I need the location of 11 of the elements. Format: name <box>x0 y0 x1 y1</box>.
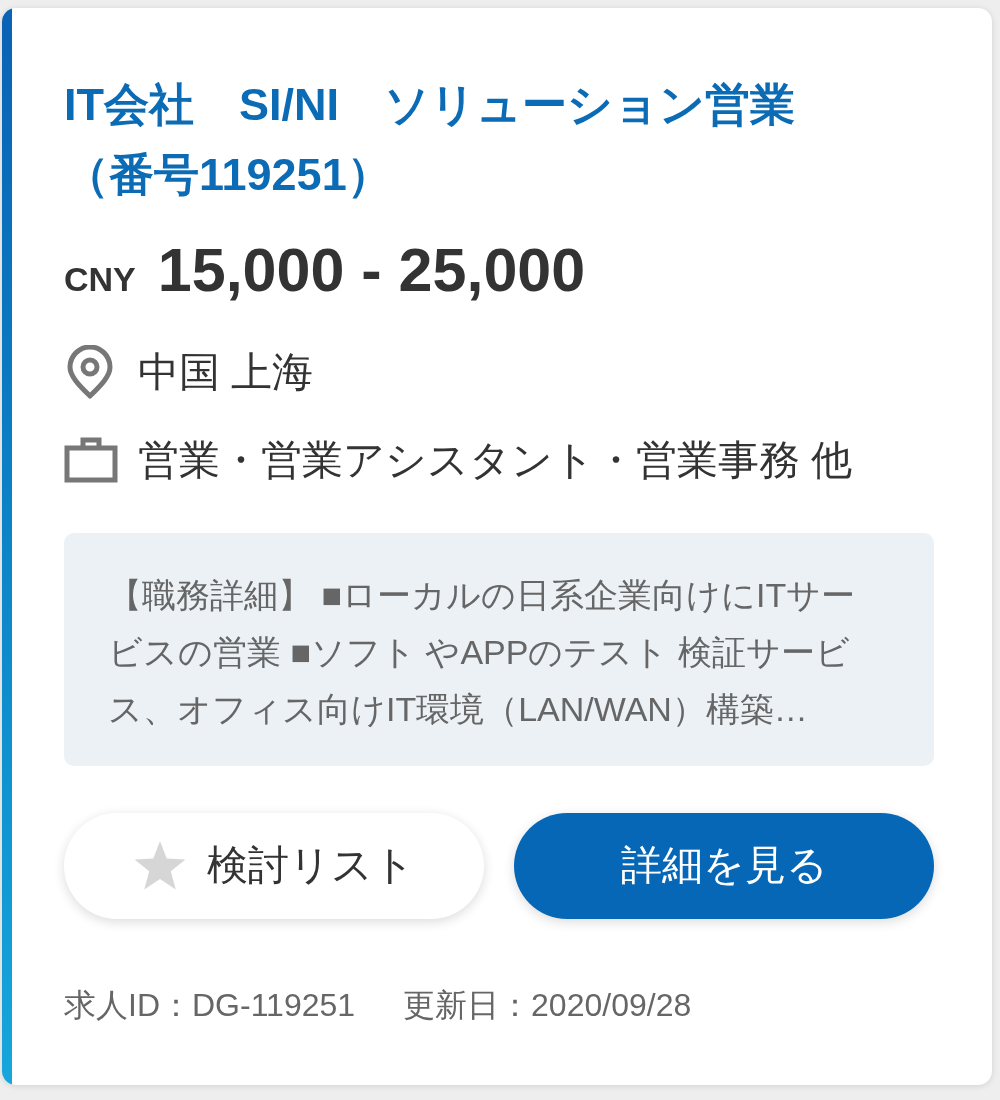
shortlist-button[interactable]: 検討リスト <box>64 813 484 919</box>
job-description: 【職務詳細】 ■ローカルの日系企業向けにITサービスの営業 ■ソフト やAPPのテスト 検証サービス、オフィス向けIT環境（LAN/WAN）構築… <box>108 575 857 730</box>
job-category-text: 営業・営業アシスタント・営業事務 他 <box>138 436 853 485</box>
briefcase-icon <box>64 437 118 483</box>
view-details-button[interactable]: 詳細を見る <box>514 813 934 919</box>
footer-meta-text: 更新日：2020/09/28 <box>403 986 692 1025</box>
footer-meta-text: 求人ID：DG-119251 <box>64 986 356 1025</box>
salary-currency: CNY <box>64 259 136 300</box>
salary-range: 15,000 - 25,000 <box>157 236 586 304</box>
location-text: 中国 上海 <box>138 348 314 397</box>
job-title[interactable]: IT会社 SI/NI ソリューション営業（番号119251） <box>64 70 864 210</box>
